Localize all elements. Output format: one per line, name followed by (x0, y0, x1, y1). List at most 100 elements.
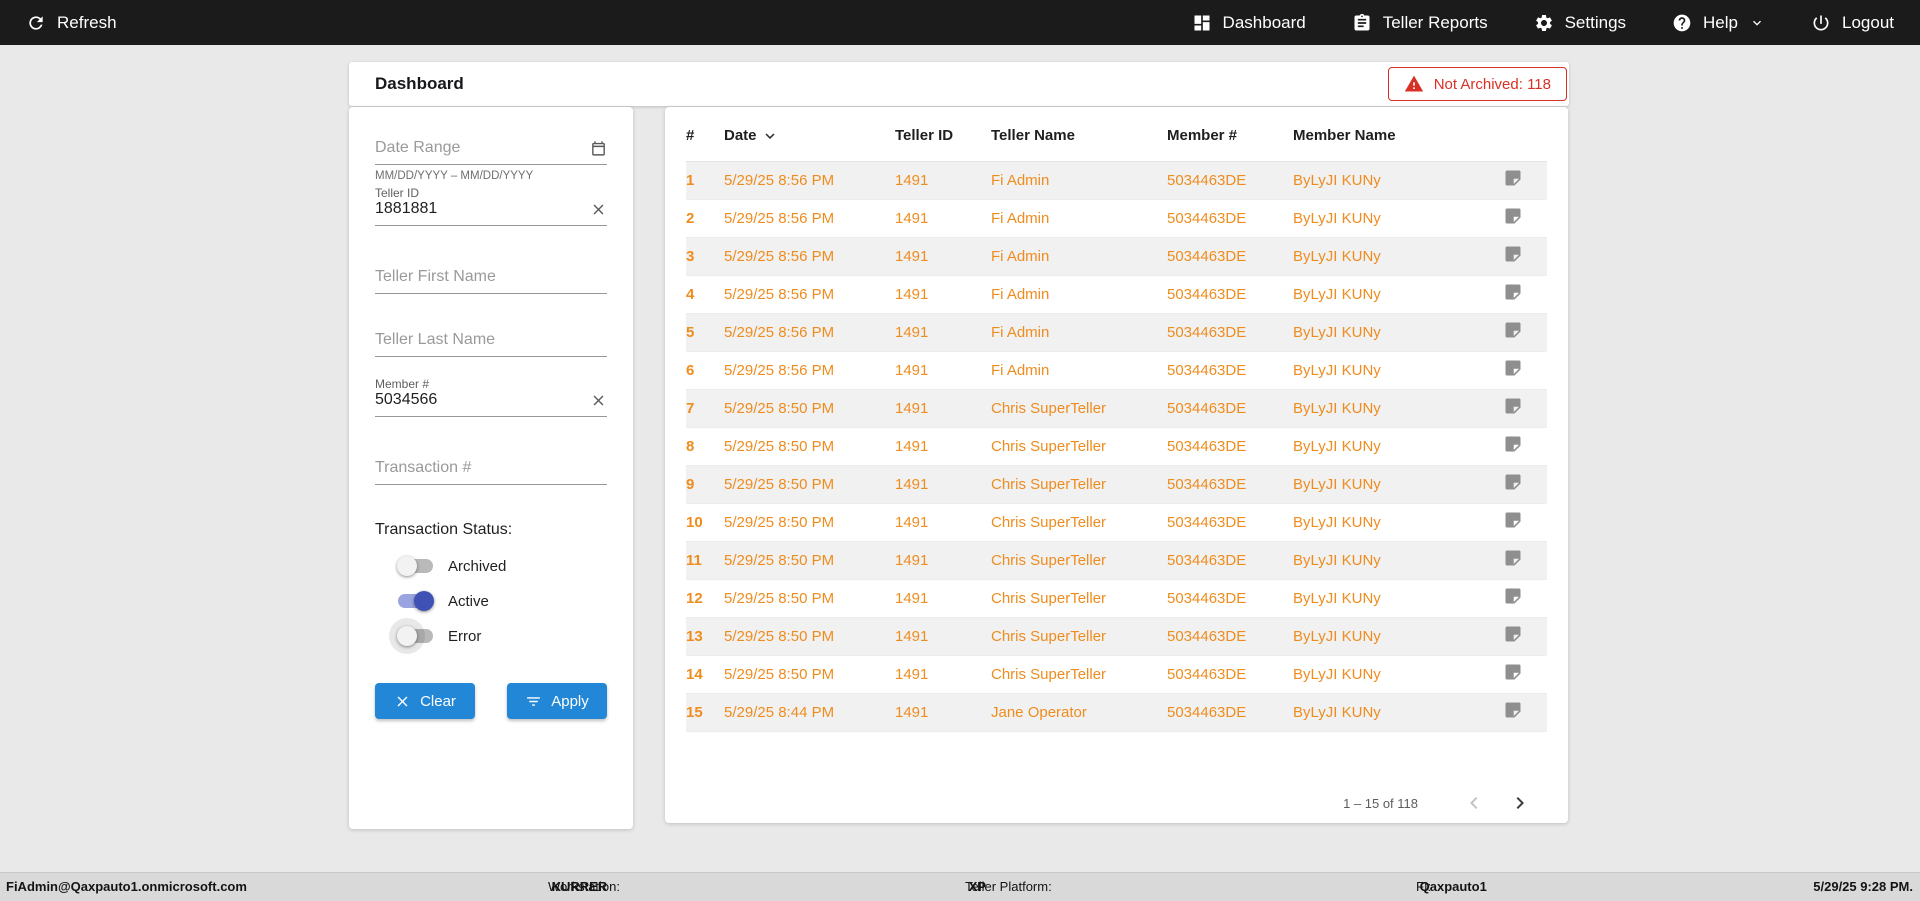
note-icon[interactable] (1504, 397, 1522, 415)
row-teller-id: 1491 (895, 503, 991, 542)
nav-dashboard[interactable]: Dashboard (1192, 13, 1306, 33)
clear-button[interactable]: Clear (375, 683, 475, 719)
table-row[interactable]: 8 5/29/25 8:50 PM 1491 Chris SuperTeller… (686, 427, 1547, 466)
note-icon[interactable] (1504, 207, 1522, 225)
clear-teller-id-icon[interactable] (590, 201, 607, 218)
member-number-input[interactable] (375, 391, 590, 409)
active-toggle[interactable] (397, 591, 434, 611)
teller-first-name-input[interactable] (375, 268, 607, 286)
row-teller-id: 1491 (895, 617, 991, 656)
note-icon[interactable] (1504, 549, 1522, 567)
clear-x-icon (394, 693, 411, 710)
row-teller-id: 1491 (895, 541, 991, 580)
workstation-status: Workstation: KURRER (548, 879, 621, 894)
chevron-left-icon (1462, 791, 1486, 815)
row-teller-name: Fi Admin (991, 313, 1167, 352)
row-member-number: 5034463DE (1167, 655, 1293, 694)
note-icon[interactable] (1504, 359, 1522, 377)
teller-id-label: Teller ID (375, 186, 420, 200)
note-icon[interactable] (1504, 473, 1522, 491)
row-member-number: 5034463DE (1167, 617, 1293, 656)
note-icon[interactable] (1504, 511, 1522, 529)
table-row[interactable]: 1 5/29/25 8:56 PM 1491 Fi Admin 5034463D… (686, 161, 1547, 200)
col-member-name[interactable]: Member Name (1293, 111, 1496, 162)
row-number: 10 (686, 503, 724, 542)
note-icon[interactable] (1504, 701, 1522, 719)
row-date: 5/29/25 8:50 PM (724, 389, 895, 428)
transaction-number-input[interactable] (375, 459, 607, 477)
table-row[interactable]: 13 5/29/25 8:50 PM 1491 Chris SuperTelle… (686, 617, 1547, 656)
note-icon[interactable] (1504, 283, 1522, 301)
note-icon[interactable] (1504, 169, 1522, 187)
nav-teller-reports[interactable]: Teller Reports (1352, 13, 1488, 33)
nav-settings[interactable]: Settings (1534, 13, 1626, 33)
col-teller-id[interactable]: Teller ID (895, 111, 991, 162)
table-row[interactable]: 14 5/29/25 8:50 PM 1491 Chris SuperTelle… (686, 655, 1547, 694)
next-page-button[interactable] (1508, 791, 1532, 815)
row-teller-id: 1491 (895, 237, 991, 276)
transactions-table: # Date Teller ID Teller Name Member # Me… (686, 111, 1547, 732)
row-number: 5 (686, 313, 724, 352)
note-icon[interactable] (1504, 625, 1522, 643)
teller-last-name-input[interactable] (375, 331, 607, 349)
calendar-icon[interactable] (590, 140, 607, 157)
table-row[interactable]: 6 5/29/25 8:56 PM 1491 Fi Admin 5034463D… (686, 351, 1547, 390)
note-icon[interactable] (1504, 663, 1522, 681)
row-member-name: ByLyJI KUNy (1293, 465, 1496, 504)
apply-button[interactable]: Apply (507, 683, 607, 719)
transaction-status-toggles: Archived Active Error (375, 553, 607, 649)
apply-button-label: Apply (551, 692, 589, 710)
refresh-button[interactable]: Refresh (26, 13, 117, 33)
nav-logout[interactable]: Logout (1811, 13, 1894, 33)
col-number[interactable]: # (686, 111, 724, 162)
table-row[interactable]: 11 5/29/25 8:50 PM 1491 Chris SuperTelle… (686, 541, 1547, 580)
row-teller-name: Fi Admin (991, 351, 1167, 390)
row-member-number: 5034463DE (1167, 313, 1293, 352)
table-row[interactable]: 9 5/29/25 8:50 PM 1491 Chris SuperTeller… (686, 465, 1547, 504)
table-row[interactable]: 5 5/29/25 8:56 PM 1491 Fi Admin 5034463D… (686, 313, 1547, 352)
table-row[interactable]: 4 5/29/25 8:56 PM 1491 Fi Admin 5034463D… (686, 275, 1547, 314)
row-date: 5/29/25 8:50 PM (724, 503, 895, 542)
row-teller-id: 1491 (895, 579, 991, 618)
current-datetime: 5/29/25 9:28 PM. (1813, 879, 1913, 894)
row-member-number: 5034463DE (1167, 237, 1293, 276)
table-row[interactable]: 7 5/29/25 8:50 PM 1491 Chris SuperTeller… (686, 389, 1547, 428)
member-number-field: Member # (375, 377, 607, 417)
clear-member-number-icon[interactable] (590, 392, 607, 409)
row-number: 15 (686, 693, 724, 732)
table-row[interactable]: 12 5/29/25 8:50 PM 1491 Chris SuperTelle… (686, 579, 1547, 618)
member-number-label: Member # (375, 377, 430, 391)
table-row[interactable]: 2 5/29/25 8:56 PM 1491 Fi Admin 5034463D… (686, 199, 1547, 238)
row-member-number: 5034463DE (1167, 693, 1293, 732)
note-icon[interactable] (1504, 587, 1522, 605)
previous-page-button[interactable] (1462, 791, 1486, 815)
col-teller-name[interactable]: Teller Name (991, 111, 1167, 162)
table-row[interactable]: 15 5/29/25 8:44 PM 1491 Jane Operator 50… (686, 693, 1547, 732)
clear-button-label: Clear (420, 692, 456, 710)
row-number: 13 (686, 617, 724, 656)
row-number: 9 (686, 465, 724, 504)
pagination-range-label: 1 – 15 of 118 (1343, 795, 1418, 811)
row-member-name: ByLyJI KUNy (1293, 617, 1496, 656)
nav-logout-label: Logout (1842, 12, 1894, 32)
error-toggle[interactable] (397, 626, 434, 646)
date-range-input[interactable] (375, 139, 590, 157)
pagination: 1 – 15 of 118 (1343, 791, 1532, 815)
archived-toggle[interactable] (397, 556, 434, 576)
col-date[interactable]: Date (724, 111, 895, 162)
error-toggle-row: Error (397, 623, 607, 649)
nav-help[interactable]: Help (1672, 13, 1765, 33)
note-icon[interactable] (1504, 245, 1522, 263)
row-member-name: ByLyJI KUNy (1293, 541, 1496, 580)
col-member-number[interactable]: Member # (1167, 111, 1293, 162)
table-body: 1 5/29/25 8:56 PM 1491 Fi Admin 5034463D… (686, 161, 1547, 732)
teller-id-input[interactable] (375, 200, 590, 218)
note-icon[interactable] (1504, 321, 1522, 339)
not-archived-badge[interactable]: Not Archived: 118 (1387, 67, 1567, 101)
dashboard-icon (1192, 13, 1212, 33)
table-row[interactable]: 3 5/29/25 8:56 PM 1491 Fi Admin 5034463D… (686, 237, 1547, 276)
row-number: 8 (686, 427, 724, 466)
table-row[interactable]: 10 5/29/25 8:50 PM 1491 Chris SuperTelle… (686, 503, 1547, 542)
note-icon[interactable] (1504, 435, 1522, 453)
row-number: 7 (686, 389, 724, 428)
